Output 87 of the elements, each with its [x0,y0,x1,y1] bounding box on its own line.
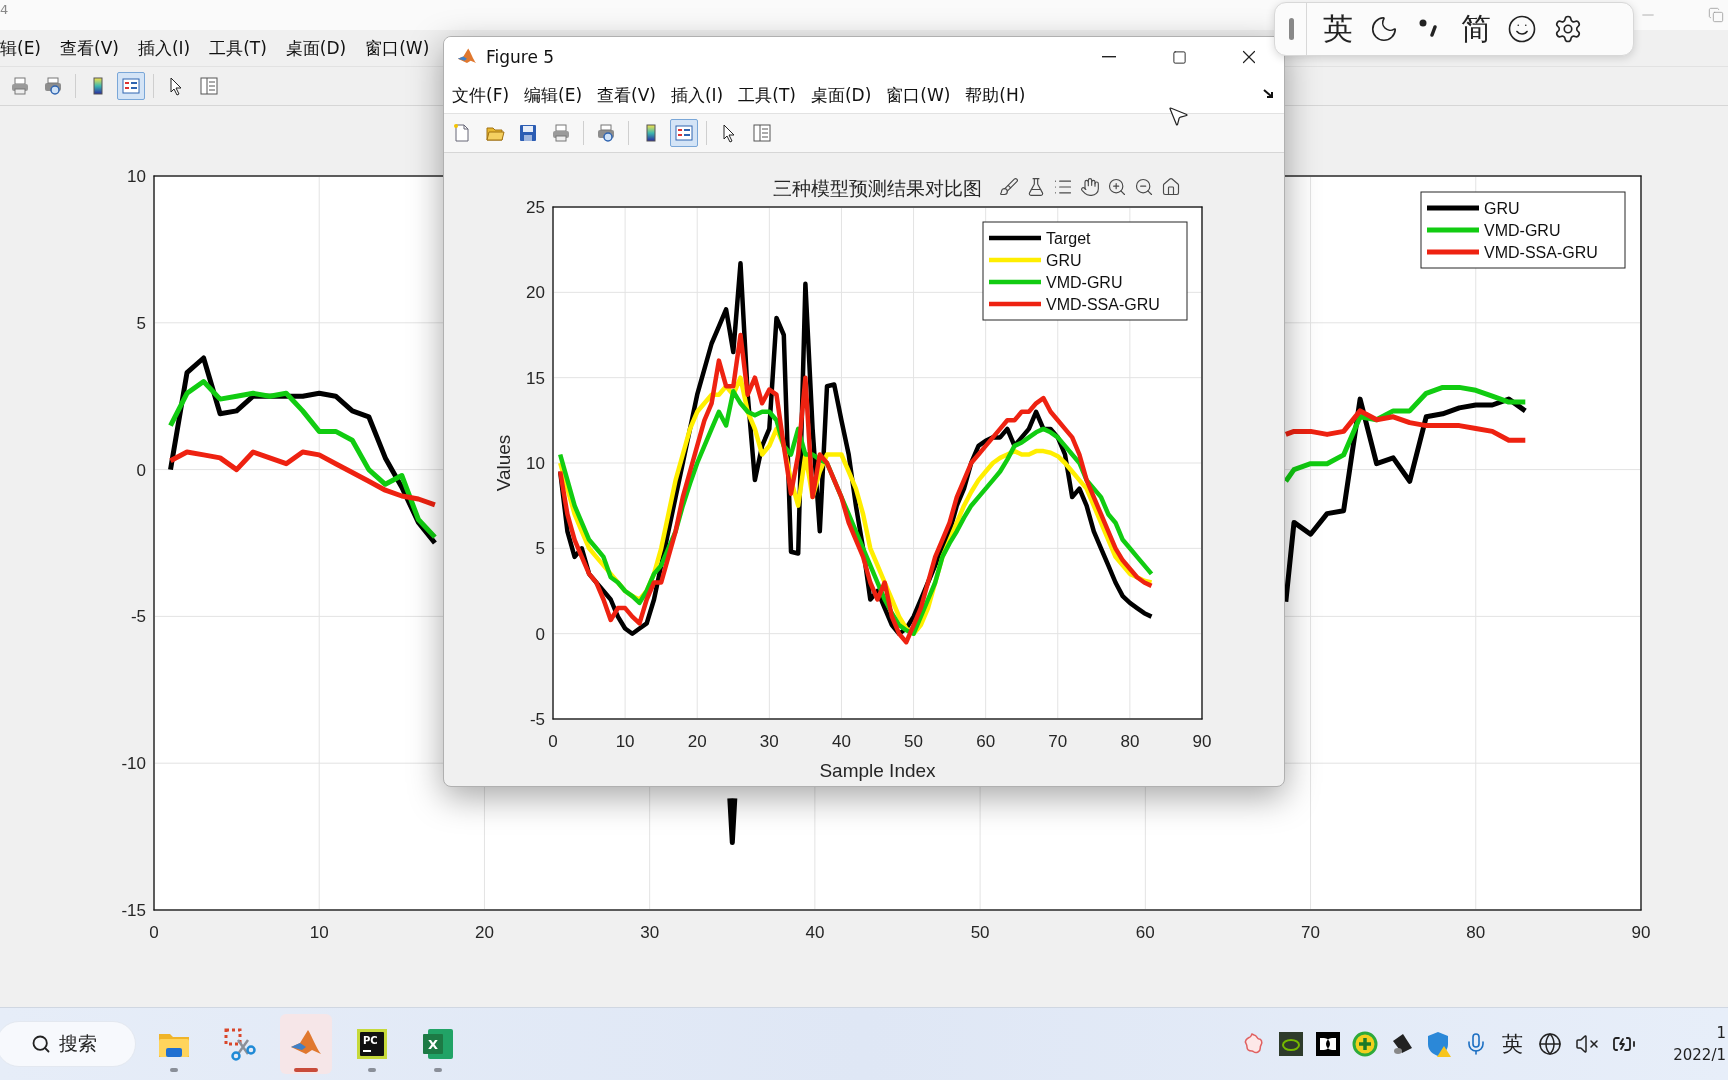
legend-label: VMD-GRU [1046,274,1123,291]
scissors-icon [222,1026,258,1062]
tick-label: 30 [759,732,779,751]
tick-label: 80 [1120,732,1140,751]
search-button[interactable]: 搜索 [0,1021,136,1067]
legend-label: GRU [1046,252,1082,269]
taskbar-app[interactable] [280,1014,332,1074]
minimize-icon [1102,56,1116,58]
ide-logo-icon: PC [354,1026,390,1062]
tick-label: -5 [529,710,545,729]
preview-icon [596,123,616,143]
input-language[interactable]: 英 [1497,1026,1529,1062]
chart-title: 三种模型预测结果对比图 [773,177,982,199]
tick-label: 90 [1192,732,1212,751]
tick-label: 10 [526,454,545,473]
legend-label: VMD-SSA-GRU [1046,296,1160,313]
menu-item[interactable]: 帮助(H) [965,83,1026,107]
tick-label: 10 [615,732,635,751]
legend-label: VMD-GRU [1484,222,1561,239]
taskbar-app[interactable]: X [412,1014,464,1074]
tick-label: 40 [832,732,851,751]
legend-label: GRU [1484,200,1520,217]
tick-label: 5 [535,539,545,559]
tick-label: 10 [309,923,329,942]
menu-item[interactable]: 工具(T) [738,83,796,107]
tick-label: 60 [1135,923,1155,942]
tick-label: 50 [970,923,990,942]
tick-label: 20 [687,732,707,751]
menu-item[interactable]: 插入(I) [137,36,191,60]
inspector-icon [752,123,772,143]
print-icon [551,123,571,143]
save-icon [518,123,538,143]
tick-label: 20 [526,283,545,303]
hand-icon[interactable] [1079,175,1101,199]
menu-item[interactable]: 辑(E) [0,36,41,60]
tick-label: 5 [136,313,146,333]
legend-label: Target [1046,230,1091,247]
menu-item[interactable]: 窗口(W) [365,36,430,60]
tick-label: 90 [1631,923,1651,942]
tick-label: 0 [149,923,159,942]
search-icon [31,1034,51,1054]
tick-label: -10 [121,754,146,774]
menu-item[interactable]: 查看(V) [60,36,119,60]
legend-label: VMD-SSA-GRU [1484,244,1598,261]
tick-label: -15 [121,901,146,920]
menu-item[interactable]: 桌面(D) [285,36,347,60]
preview-icon [43,76,63,96]
tick-label: 70 [1048,732,1068,751]
tick-label: 10 [127,167,146,186]
axis-title: Values [493,434,514,492]
menu-item[interactable]: 查看(V) [597,83,656,107]
print-icon [10,76,30,96]
window-title: Figure 5 [486,47,556,67]
tick-label: 0 [548,732,558,751]
tick-label: 0 [136,460,146,480]
tick-label: -5 [130,607,146,627]
tick-label: 25 [526,198,545,217]
menu-item[interactable]: 插入(I) [670,83,724,107]
script-toggle[interactable]: 简 [1453,7,1499,51]
new-icon [452,123,472,143]
window-title: 4 [0,1,9,17]
language-toggle[interactable]: 英 [1315,7,1361,51]
tick-label: 60 [976,732,996,751]
tick-label: 40 [805,923,825,942]
tick-label: 70 [1301,923,1320,942]
menu-item[interactable]: 窗口(W) [886,83,951,107]
menu-item[interactable]: 文件(F) [452,83,510,107]
tick-label: 0 [535,624,545,644]
legend-icon [674,123,694,143]
menu-item[interactable]: 编辑(E) [524,83,583,107]
toolbar-button[interactable] [670,119,698,147]
menu-item[interactable]: 桌面(D) [810,83,872,107]
taskbar-app[interactable]: PC [346,1014,398,1074]
menu-item[interactable]: 工具(T) [209,36,267,60]
drag-handle[interactable] [1289,18,1294,40]
legend-icon [121,76,141,96]
tick-label: 50 [904,732,923,751]
inspector-icon [199,76,219,96]
clock-date[interactable]: 2022/1 [1673,1044,1726,1066]
axis-title: Sample Index [819,760,936,781]
tick-label: 15 [526,368,545,388]
tick-label: 80 [1466,923,1486,942]
toolbar-button[interactable] [117,72,145,100]
clock-time[interactable]: 1 [1716,1022,1726,1044]
maximize-icon [1171,49,1187,65]
tick-label: 20 [475,923,494,942]
tick-label: 30 [640,923,660,942]
